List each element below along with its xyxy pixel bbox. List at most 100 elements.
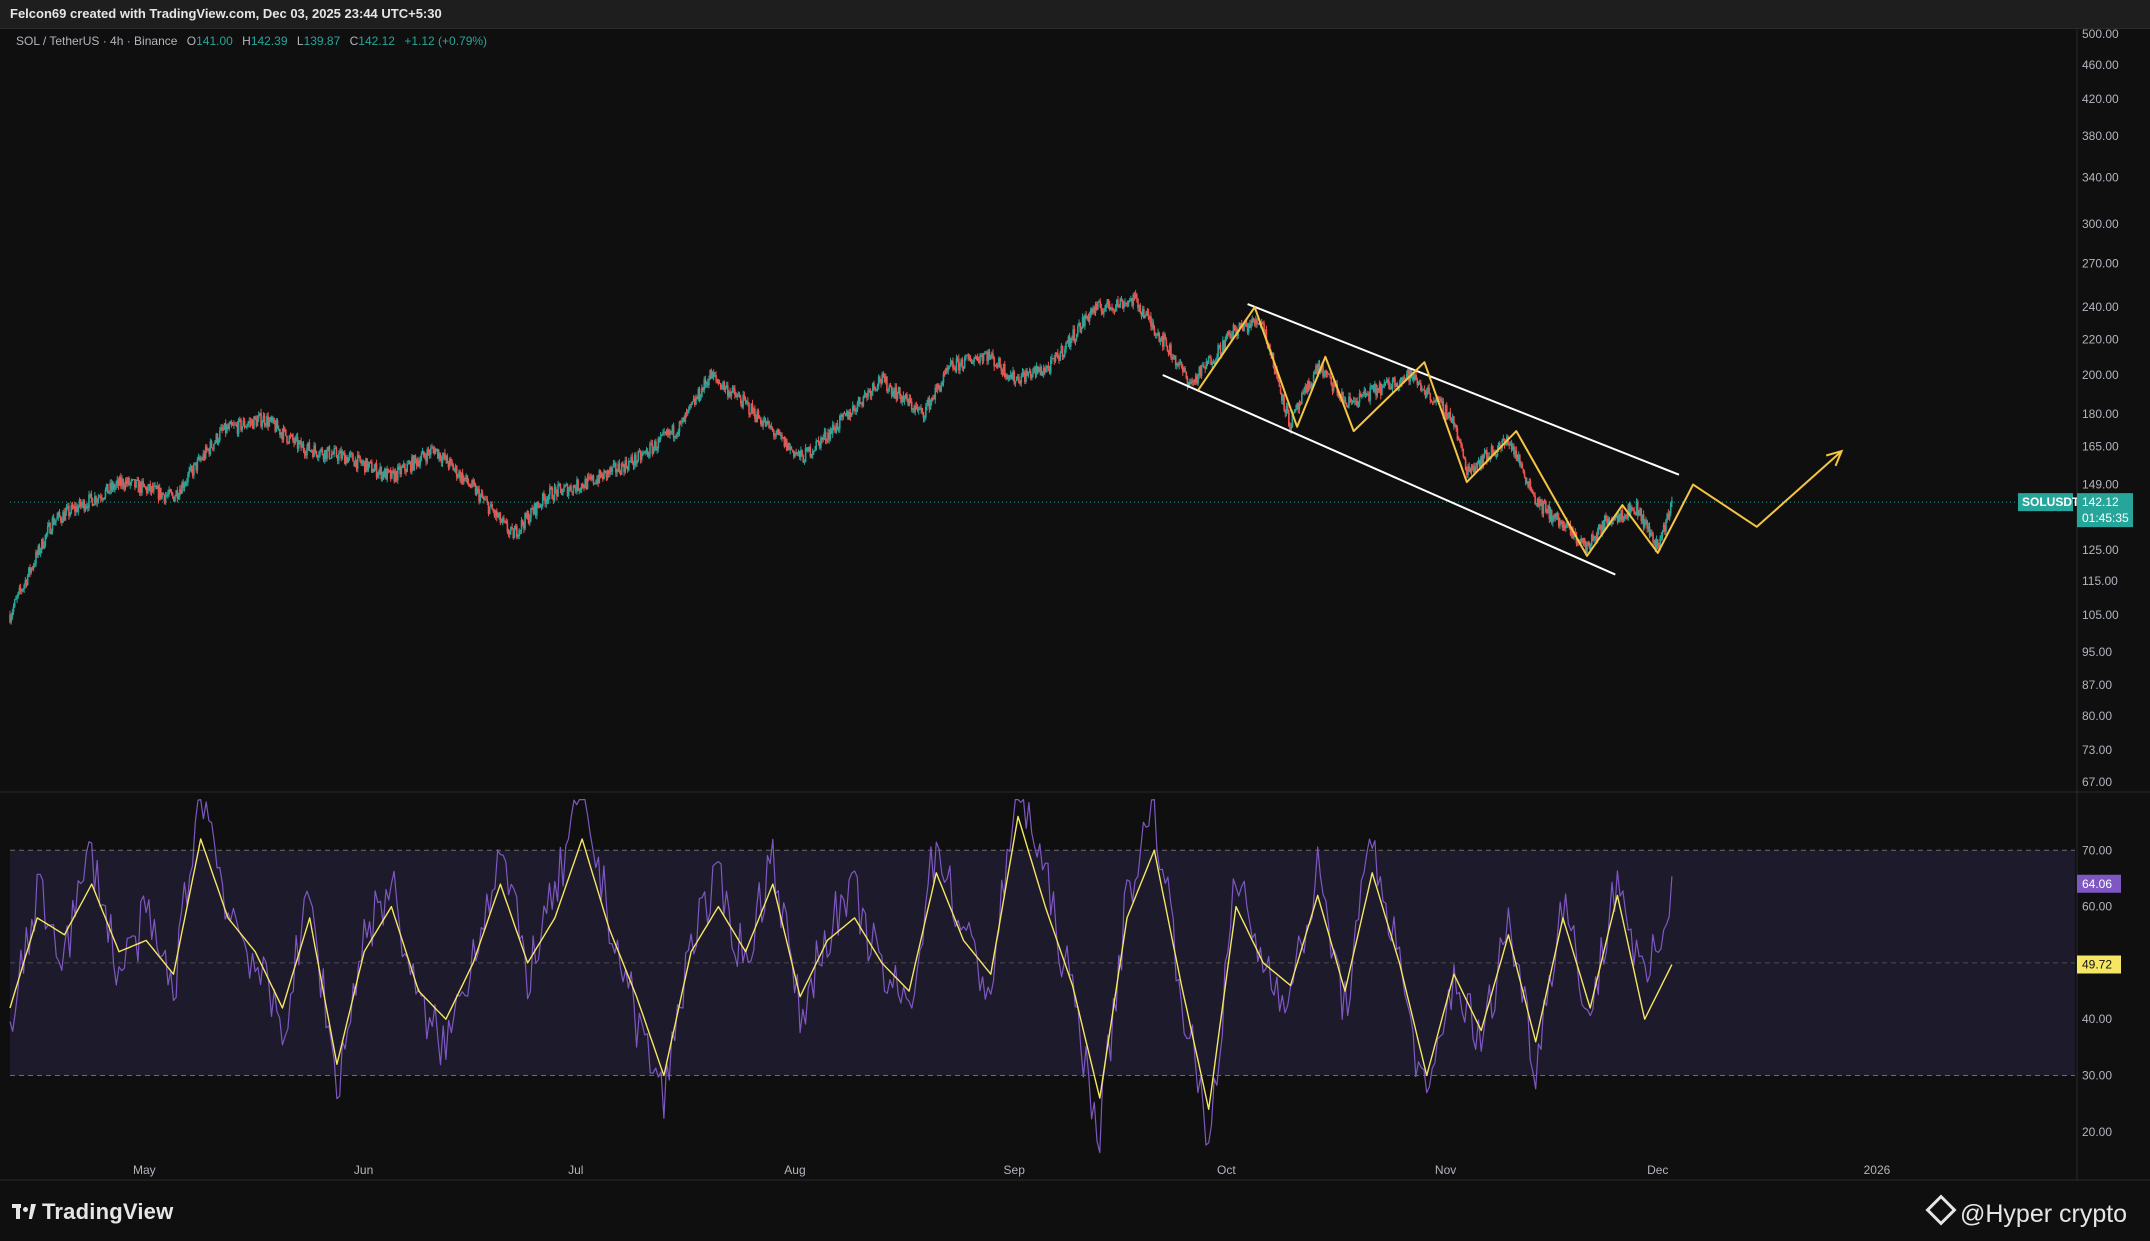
candle-body <box>511 527 513 529</box>
candle-body <box>1425 391 1428 398</box>
candle-body <box>328 446 331 459</box>
candle-body <box>371 462 373 473</box>
candle-body <box>1283 394 1285 410</box>
candle-body <box>50 531 53 534</box>
candle-body <box>1057 353 1059 358</box>
price-axis-label: 460.00 <box>2082 58 2119 72</box>
candle-body <box>1059 353 1061 361</box>
candle-body <box>573 485 576 488</box>
candle-body <box>217 440 220 444</box>
candle-body <box>486 499 489 503</box>
candle-body <box>734 389 736 395</box>
candle-body <box>757 410 760 419</box>
candle-body <box>508 531 511 535</box>
candle-body <box>886 376 888 392</box>
candle-body <box>335 448 338 457</box>
candle-body <box>1468 466 1470 470</box>
candle-body <box>1170 344 1172 358</box>
candle-body <box>1535 503 1538 505</box>
candle-body <box>404 463 406 471</box>
candle-body <box>1532 491 1534 494</box>
chart-frame: Felcon69 created with TradingView.com, D… <box>0 0 2150 1241</box>
candle-body <box>969 357 972 362</box>
candle-body <box>1453 416 1455 427</box>
candle-body <box>513 529 516 539</box>
candle-body <box>352 454 354 462</box>
candle-body <box>659 436 662 440</box>
candle-body <box>96 500 99 503</box>
candle-body <box>503 518 505 521</box>
author-watermark: @Hyper crypto <box>1925 1194 2127 1229</box>
candle-body <box>622 463 624 466</box>
candle-body <box>450 459 452 462</box>
candle-body <box>177 496 180 499</box>
candle-body <box>1323 374 1325 377</box>
candle-body <box>23 584 25 589</box>
candle-body <box>652 447 655 454</box>
candle-body <box>1560 521 1562 523</box>
candle-body <box>1430 400 1433 402</box>
candle-body <box>1665 519 1667 532</box>
candle-body <box>1075 334 1078 339</box>
candle-body <box>1449 411 1452 421</box>
candle-body <box>1542 500 1545 515</box>
candle-body <box>739 397 742 404</box>
candle-body <box>678 421 681 432</box>
candle-body <box>1207 356 1210 364</box>
candle-body <box>531 507 533 510</box>
candle-body <box>563 486 565 492</box>
candle-body <box>772 430 775 436</box>
candle-body <box>122 479 124 487</box>
candle-body <box>1027 372 1030 376</box>
candle-body <box>1278 381 1281 387</box>
candle-body <box>1661 531 1664 537</box>
candle-body <box>677 431 680 435</box>
candle-body <box>557 484 559 497</box>
candle-body <box>1152 322 1155 329</box>
candle-body <box>358 454 360 456</box>
candle-body <box>263 415 266 425</box>
candle-body <box>32 565 35 569</box>
candle-body <box>114 486 116 490</box>
candle-body <box>505 521 508 523</box>
time-axis-label: Sep <box>1004 1163 1026 1177</box>
candle-body <box>283 427 286 430</box>
candle-body <box>1165 339 1168 346</box>
candle-body <box>1074 338 1077 342</box>
candle-body <box>183 485 186 488</box>
candle-body <box>699 397 702 400</box>
candle-body <box>1669 503 1672 514</box>
candle-body <box>876 386 879 389</box>
candle-body <box>167 494 169 496</box>
price-axis-label: 95.00 <box>2082 645 2112 659</box>
candle-body <box>407 463 410 465</box>
candle-body <box>84 507 87 511</box>
candle-body <box>826 440 828 442</box>
chart-canvas[interactable]: 500.00 460.00 420.00 380.00 340.00 300.00 270.… <box>0 0 2150 1183</box>
candle-body <box>185 482 188 484</box>
candle-body <box>55 519 57 522</box>
candle-body <box>247 423 249 426</box>
candle-body <box>58 512 61 517</box>
candle-body <box>387 468 390 471</box>
candle-body <box>995 364 998 367</box>
candle-body <box>1605 515 1607 520</box>
candle-body <box>103 497 106 499</box>
candle-body <box>1330 376 1333 385</box>
candle-body <box>193 464 195 476</box>
candle-body <box>1104 308 1106 311</box>
candle-body <box>856 403 859 411</box>
candle-body <box>56 516 58 520</box>
tradingview-logo[interactable]: TradingView <box>12 1199 173 1225</box>
candle-body <box>1250 323 1252 328</box>
candle-body <box>749 413 751 415</box>
price-axis-label: 500.00 <box>2082 27 2119 41</box>
candle-body <box>982 354 985 361</box>
candle-body <box>429 448 432 455</box>
candle-body <box>1522 468 1525 473</box>
candle-body <box>81 504 83 507</box>
candle-body <box>955 358 958 371</box>
candle-body <box>406 463 409 472</box>
candle-body <box>615 463 617 473</box>
candle-body <box>451 461 453 465</box>
